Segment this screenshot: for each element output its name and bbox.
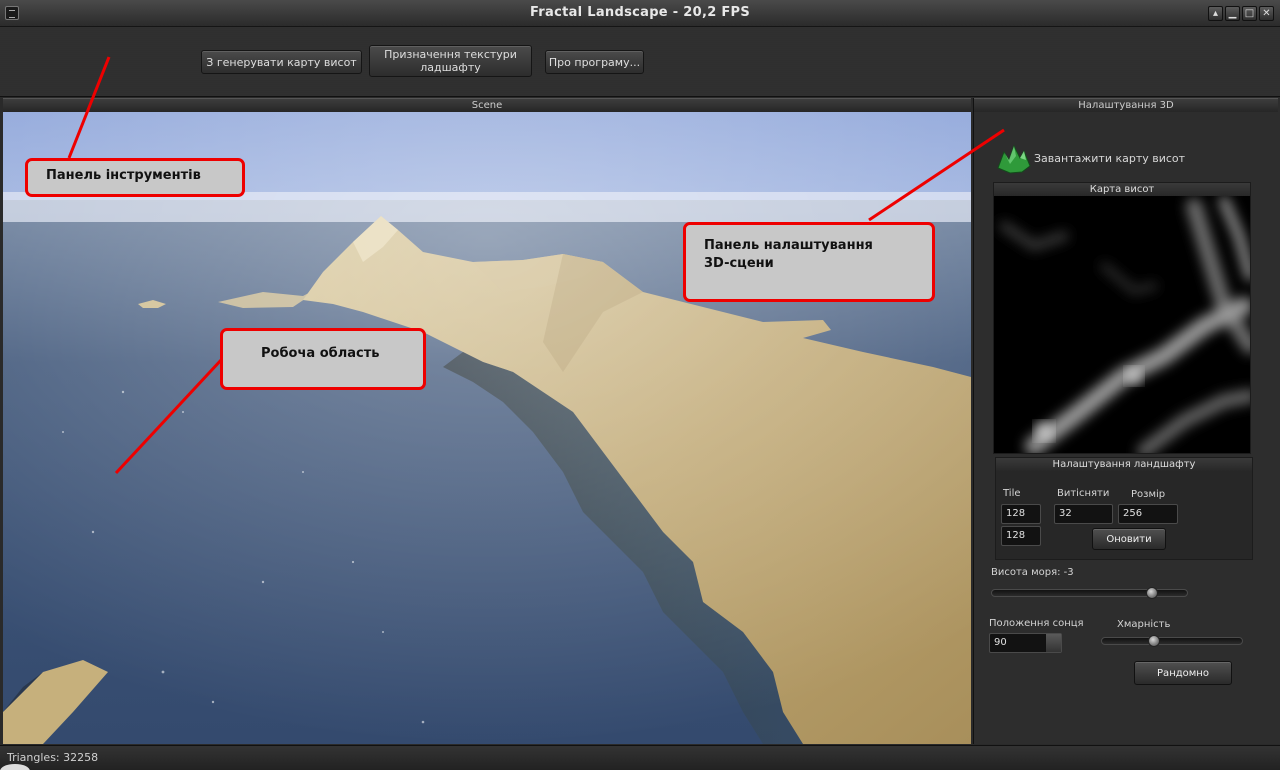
- sun-position-spinbox[interactable]: 90: [989, 633, 1062, 653]
- generate-heightmap-button[interactable]: З генерувати карту висот: [201, 50, 362, 74]
- scene-header: Scene: [3, 98, 971, 112]
- sea-level-slider[interactable]: [991, 587, 1188, 599]
- tile-label: Tile: [1003, 488, 1021, 499]
- heightmap-preview: [994, 196, 1250, 453]
- shade-icon[interactable]: ▴: [1208, 6, 1223, 21]
- displace-label: Витісняти: [1057, 488, 1110, 499]
- sun-position-label: Положення сонця: [989, 618, 1084, 629]
- callout-settings-panel-line1: Панель налаштування: [704, 238, 873, 253]
- callout-settings-panel-line2: 3D-сцени: [704, 256, 774, 271]
- clouds-slider-knob[interactable]: [1148, 635, 1160, 647]
- title-bar: Fractal Landscape - 20,2 FPS ▴ ▁ □ ✕: [0, 0, 1280, 27]
- resize-grip: [0, 764, 30, 770]
- sun-position-value: 90: [994, 637, 1007, 648]
- callout-toolbar-panel-text: Панель інструментів: [46, 168, 201, 183]
- load-heightmap-label: Завантажити карту висот: [1034, 151, 1186, 165]
- scene-viewport[interactable]: [3, 112, 971, 744]
- about-label: Про програму...: [548, 55, 641, 69]
- generate-heightmap-label: З генерувати карту висот: [206, 55, 357, 69]
- update-button[interactable]: Оновити: [1092, 528, 1166, 550]
- heightmap-group: Карта висот: [993, 182, 1251, 454]
- random-button[interactable]: Рандомно: [1134, 661, 1232, 685]
- tile-y-input[interactable]: 128: [1001, 526, 1041, 546]
- tile-x-input[interactable]: 128: [1001, 504, 1041, 524]
- assign-texture-label-2: ладшафту: [420, 61, 481, 74]
- random-label: Рандомно: [1157, 667, 1209, 679]
- assign-texture-label-1: Призначення текстури: [384, 48, 517, 61]
- landscape-settings-title: Налаштування ландшафту: [996, 458, 1252, 471]
- minimize-icon[interactable]: ▁: [1225, 6, 1240, 21]
- landscape-settings-group: Налаштування ландшафту Tile Витісняти Ро…: [995, 457, 1253, 560]
- displace-input[interactable]: 32: [1054, 504, 1113, 524]
- assign-texture-button[interactable]: Призначення текстури ладшафту: [369, 45, 532, 77]
- settings-3d-panel: Налаштування 3D Завантажити карту висот …: [973, 98, 1280, 744]
- callout-work-area: Робоча область: [220, 328, 426, 390]
- heightmap-title: Карта висот: [994, 183, 1250, 196]
- toolbar: З генерувати карту висот Призначення тек…: [0, 27, 1280, 97]
- size-input[interactable]: 256: [1118, 504, 1178, 524]
- load-heightmap-button[interactable]: Завантажити карту висот: [996, 142, 1185, 174]
- callout-settings-panel: Панель налаштування 3D-сцени: [683, 222, 935, 302]
- update-label: Оновити: [1106, 533, 1152, 545]
- about-button[interactable]: Про програму...: [545, 50, 644, 74]
- sea-level-slider-knob[interactable]: [1146, 587, 1158, 599]
- terrain-icon: [997, 144, 1031, 174]
- status-bar: Triangles: 32258: [0, 745, 1280, 770]
- panel-header: Налаштування 3D: [974, 98, 1278, 112]
- window-controls: ▴ ▁ □ ✕: [1208, 6, 1274, 21]
- size-label: Розмір: [1131, 489, 1166, 500]
- clouds-label: Хмарність: [1117, 619, 1171, 630]
- terrain-render: [3, 112, 971, 744]
- callout-work-area-text: Робоча область: [261, 346, 380, 361]
- close-icon[interactable]: ✕: [1259, 6, 1274, 21]
- window-title: Fractal Landscape - 20,2 FPS: [529, 5, 751, 20]
- maximize-icon[interactable]: □: [1242, 6, 1257, 21]
- triangles-count: Triangles: 32258: [7, 751, 99, 764]
- callout-toolbar-panel: Панель інструментів: [25, 158, 245, 197]
- sea-level-label: Висота моря: -3: [991, 567, 1074, 578]
- sun-position-spin-button[interactable]: [1045, 634, 1061, 652]
- clouds-slider[interactable]: [1101, 635, 1243, 647]
